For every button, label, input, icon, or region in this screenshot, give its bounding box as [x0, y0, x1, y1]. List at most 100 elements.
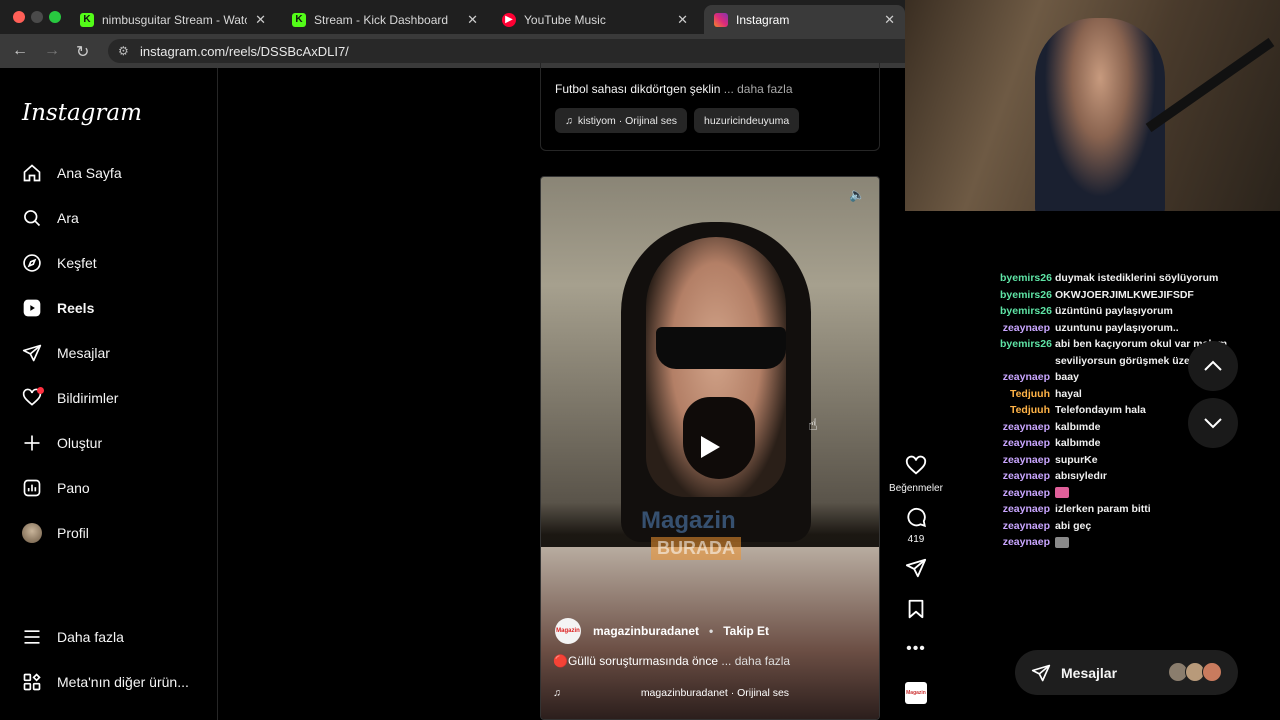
- sidebar-item-profile[interactable]: Profil: [22, 520, 89, 546]
- reel-audio[interactable]: ♫ magazinburadanet · Orijinal ses: [553, 687, 869, 699]
- chat-text: kalbımde: [1055, 437, 1101, 449]
- chat-username[interactable]: zeaynaep: [1000, 369, 1050, 386]
- sidebar-item-search[interactable]: Ara: [22, 205, 79, 231]
- close-tab-icon[interactable]: ✕: [677, 12, 688, 28]
- chat-username[interactable]: zeaynaep: [1000, 468, 1050, 485]
- chat-username[interactable]: Tedjuuh: [1000, 402, 1050, 419]
- kick-icon: K: [80, 12, 94, 27]
- reel-author: Magazin magazinburadanet • Takip Et: [555, 618, 769, 644]
- avatar: [22, 523, 42, 543]
- sidebar-item-label: Meta'nın diğer ürün...: [57, 674, 189, 690]
- url-text: instagram.com/reels/DSSBcAxDLI7/: [140, 43, 349, 59]
- send-icon[interactable]: [905, 557, 927, 582]
- chat-username[interactable]: byemirs26: [1000, 303, 1052, 320]
- sidebar-item-notifications[interactable]: Bildirimler: [22, 385, 118, 411]
- author-username[interactable]: magazinburadanet: [593, 624, 699, 638]
- url-field[interactable]: ⚙ instagram.com/reels/DSSBcAxDLI7/: [108, 39, 905, 63]
- chat-text: abi ben kaçıyorum okul var malum seviliy…: [1055, 338, 1228, 367]
- reload-icon[interactable]: ↻: [76, 42, 89, 62]
- save-action[interactable]: [880, 598, 952, 623]
- heart-icon[interactable]: [905, 455, 927, 480]
- sidebar-item-label: Ana Sayfa: [57, 165, 122, 181]
- tag-label: huzuricindeuyuma: [704, 114, 790, 127]
- browser-tab[interactable]: ▶ YouTube Music ✕: [492, 5, 698, 34]
- caption-text: 🔴Güllü soruşturmasında önce: [553, 654, 719, 668]
- chat-username[interactable]: zeaynaep: [1000, 518, 1050, 535]
- audio-thumbnail[interactable]: Magazin: [905, 682, 927, 704]
- chat-username[interactable]: byemirs26: [1000, 270, 1052, 287]
- browser-tab[interactable]: K nimbusguitar Stream - Watch ✕: [70, 5, 276, 34]
- comment-action[interactable]: 419: [880, 506, 952, 545]
- chat-text: [1055, 534, 1280, 551]
- sidebar-item-explore[interactable]: Keşfet: [22, 250, 97, 276]
- reel-video[interactable]: Magazin BURADA 🔈 Magazin magazinburadane…: [540, 176, 880, 720]
- chat-text: Telefondayım hala: [1055, 404, 1146, 416]
- sidebar-item-create[interactable]: Oluştur: [22, 430, 102, 456]
- instagram-logo[interactable]: Instagram: [22, 100, 142, 126]
- like-action[interactable]: Beğenmeler: [880, 455, 952, 494]
- likes-label: Beğenmeler: [889, 483, 943, 494]
- browser-tab[interactable]: K Stream - Kick Dashboard ✕: [282, 5, 488, 34]
- sidebar-item-meta[interactable]: Meta'nın diğer ürün...: [22, 669, 189, 695]
- meta-apps-icon: [22, 672, 42, 692]
- chat-username[interactable]: zeaynaep: [1000, 534, 1050, 551]
- tag-chip[interactable]: huzuricindeuyuma: [694, 108, 800, 133]
- chat-text: hayal: [1055, 387, 1082, 400]
- sidebar-item-reels[interactable]: Reels: [22, 295, 94, 321]
- author-avatar[interactable]: Magazin: [555, 618, 581, 644]
- chat-username[interactable]: zeaynaep: [1000, 419, 1050, 436]
- volume-icon[interactable]: 🔈: [849, 187, 865, 203]
- sidebar-item-label: Pano: [57, 480, 90, 496]
- scroll-up-button[interactable]: [1188, 341, 1238, 391]
- chat-username[interactable]: zeaynaep: [1000, 485, 1050, 502]
- chat-username[interactable]: zeaynaep: [1000, 320, 1050, 337]
- sidebar-item-home[interactable]: Ana Sayfa: [22, 160, 122, 186]
- chat-message: zeaynaep izlerken param bitti: [1000, 501, 1280, 518]
- more-link[interactable]: ... daha fazla: [724, 82, 793, 96]
- chevron-up-icon: [1204, 360, 1222, 371]
- previous-reel-card: Futbol sahası dikdörtgen şeklin ... daha…: [540, 63, 880, 151]
- chat-username[interactable]: zeaynaep: [1000, 452, 1050, 469]
- chat-username[interactable]: byemirs26: [1000, 287, 1052, 304]
- sidebar-item-messages[interactable]: Mesajlar: [22, 340, 110, 366]
- comment-icon[interactable]: [905, 506, 927, 531]
- sidebar-item-more[interactable]: Daha fazla: [22, 624, 124, 650]
- previous-reel-caption[interactable]: Futbol sahası dikdörtgen şeklin ... daha…: [555, 82, 793, 96]
- share-action[interactable]: [880, 557, 952, 582]
- site-settings-icon[interactable]: ⚙: [118, 44, 129, 58]
- close-tab-icon[interactable]: ✕: [884, 12, 895, 28]
- reel-caption[interactable]: 🔴Güllü soruşturmasında önce ... daha faz…: [553, 654, 790, 668]
- chat-username[interactable]: zeaynaep: [1000, 435, 1050, 452]
- audio-label: magazinburadanet · Orijinal ses: [640, 687, 790, 699]
- play-icon[interactable]: [696, 433, 724, 461]
- maximize-window-button[interactable]: [49, 11, 61, 23]
- scroll-down-button[interactable]: [1188, 398, 1238, 448]
- chat-username[interactable]: byemirs26: [1000, 336, 1052, 369]
- sidebar-item-label: Mesajlar: [57, 345, 110, 361]
- close-tab-icon[interactable]: ✕: [255, 12, 266, 28]
- search-icon: [22, 208, 42, 228]
- forward-arrow-icon[interactable]: →: [44, 42, 60, 60]
- sidebar-item-dashboard[interactable]: Pano: [22, 475, 90, 501]
- music-note-icon: ♫: [565, 114, 573, 127]
- browser-tab-active[interactable]: Instagram ✕: [704, 5, 905, 34]
- messages-pill[interactable]: Mesajlar: [1015, 650, 1238, 695]
- back-arrow-icon[interactable]: ←: [12, 42, 28, 60]
- chat-text: abi geç: [1055, 519, 1092, 532]
- audio-chip[interactable]: ♫ kistiyom · Orijinal ses: [555, 108, 688, 133]
- bookmark-icon[interactable]: [905, 598, 927, 623]
- chat-message: zeaynaep abısıyledır: [1000, 468, 1280, 485]
- minimize-window-button[interactable]: [31, 11, 43, 23]
- caption-text: Futbol sahası dikdörtgen şeklin: [555, 82, 721, 96]
- hamburger-menu-icon: [22, 627, 42, 647]
- more-link[interactable]: ... daha fazla: [721, 654, 790, 668]
- chat-message: byemirs26 abi ben kaçıyorum okul var malu…: [1000, 336, 1280, 369]
- chat-username[interactable]: Tedjuuh: [1000, 386, 1050, 403]
- compass-icon: [22, 253, 42, 273]
- follow-button[interactable]: Takip Et: [723, 624, 769, 638]
- more-dots-icon[interactable]: •••: [906, 640, 926, 658]
- close-tab-icon[interactable]: ✕: [467, 12, 478, 28]
- close-window-button[interactable]: [13, 11, 25, 23]
- chat-username[interactable]: zeaynaep: [1000, 501, 1050, 518]
- more-options-action[interactable]: •••: [880, 640, 952, 658]
